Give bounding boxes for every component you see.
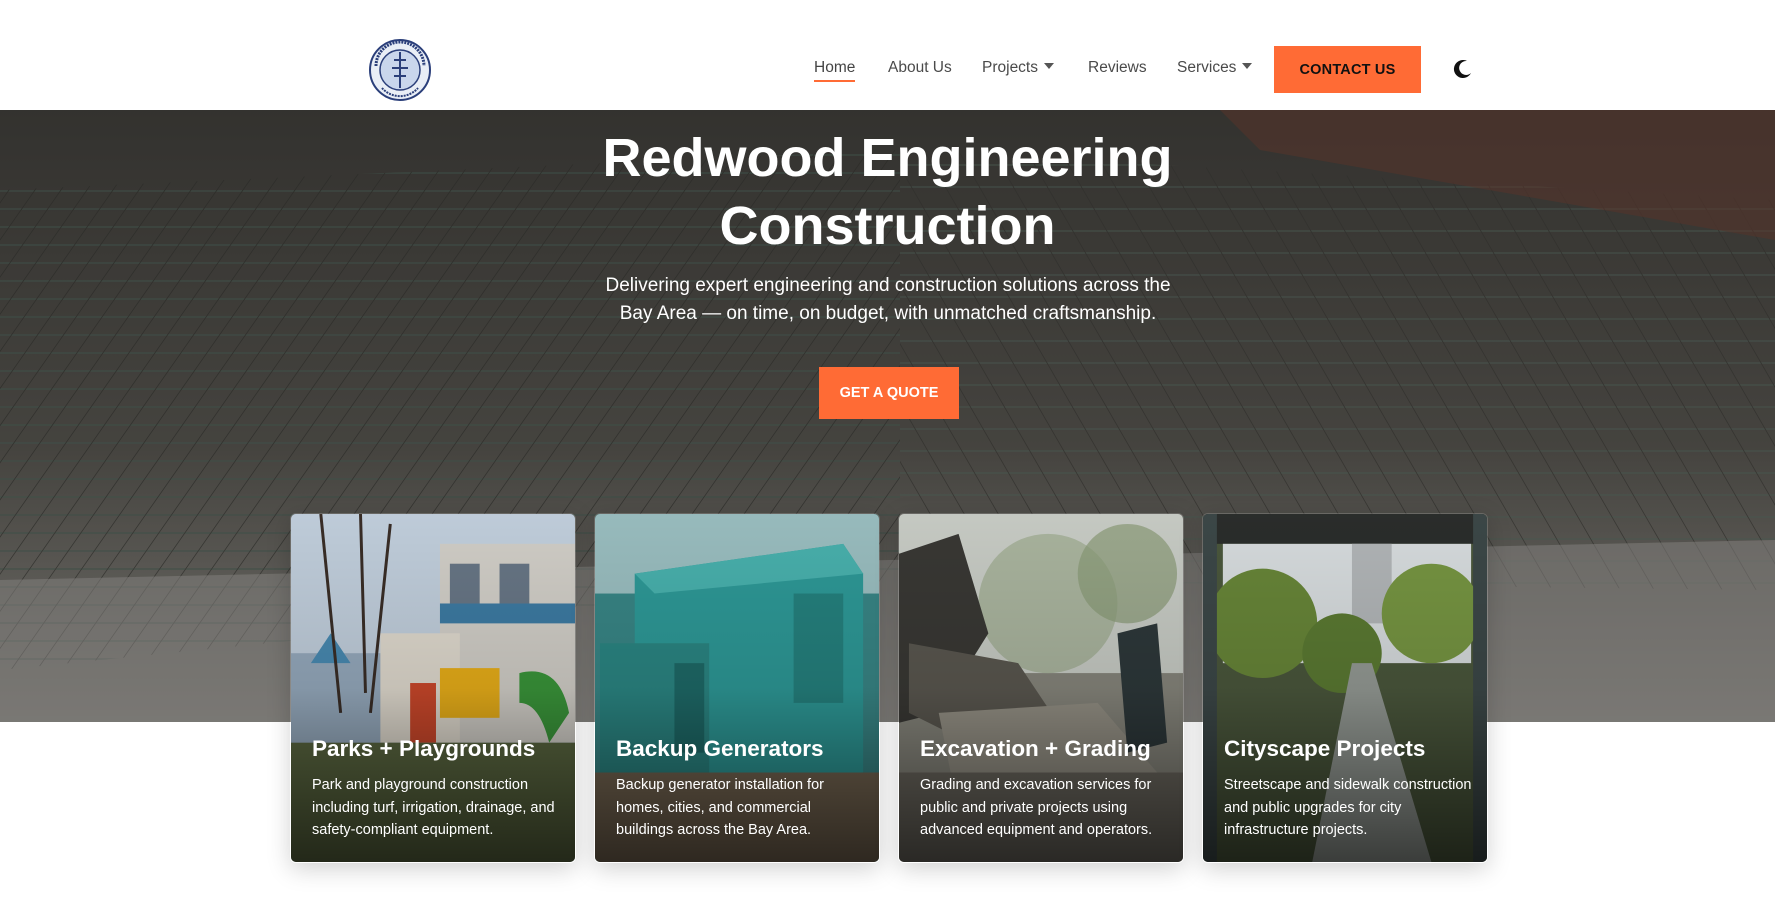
hero-title-line-1: Redwood Engineering bbox=[602, 128, 1173, 188]
contact-us-button[interactable]: CONTACT US bbox=[1274, 46, 1421, 93]
service-card-generators[interactable]: Backup Generators Backup generator insta… bbox=[594, 513, 880, 863]
card-description: Park and playground construction includi… bbox=[312, 777, 555, 838]
card-description: Grading and excavation services for publ… bbox=[920, 777, 1153, 838]
hero-subtitle: Delivering expert engineering and constr… bbox=[605, 275, 1171, 324]
card-title: Cityscape Projects bbox=[1224, 736, 1426, 761]
nav-services-label: Services bbox=[1177, 59, 1237, 76]
service-card-excavation[interactable]: Excavation + Grading Grading and excavat… bbox=[898, 513, 1184, 863]
nav-home[interactable]: Home bbox=[814, 58, 856, 82]
service-card-parks[interactable]: Parks + Playgrounds Park and playground … bbox=[290, 513, 576, 863]
nav-about-us[interactable]: About Us bbox=[888, 58, 952, 78]
get-a-quote-button[interactable]: GET A QUOTE bbox=[819, 367, 959, 419]
card-title: Parks + Playgrounds bbox=[312, 736, 536, 761]
theme-toggle[interactable] bbox=[1452, 58, 1474, 80]
hero-section: Redwood Engineering Construction Deliver… bbox=[0, 110, 1775, 722]
nav-projects-label: Projects bbox=[982, 59, 1038, 76]
nav-reviews[interactable]: Reviews bbox=[1088, 58, 1147, 78]
card-title: Backup Generators bbox=[616, 736, 824, 761]
main-nav: Home About Us Projects Reviews Services bbox=[0, 58, 1775, 82]
card-title: Excavation + Grading bbox=[920, 736, 1151, 761]
hero-title-line-2: Construction bbox=[719, 196, 1056, 256]
card-description: Streetscape and sidewalk construction an… bbox=[1224, 777, 1472, 838]
hero-title: Redwood Engineering Construction bbox=[0, 124, 1775, 260]
site-header: Home About Us Projects Reviews Services … bbox=[0, 0, 1775, 110]
moon-icon bbox=[1453, 60, 1471, 79]
service-card-cityscape[interactable]: Cityscape Projects Streetscape and sidew… bbox=[1202, 513, 1488, 863]
nav-services[interactable]: Services bbox=[1177, 58, 1253, 78]
caret-down-icon bbox=[1242, 63, 1253, 69]
caret-down-icon bbox=[1044, 63, 1054, 69]
nav-projects[interactable]: Projects bbox=[982, 58, 1054, 78]
card-description: Backup generator installation for homes,… bbox=[616, 777, 824, 838]
